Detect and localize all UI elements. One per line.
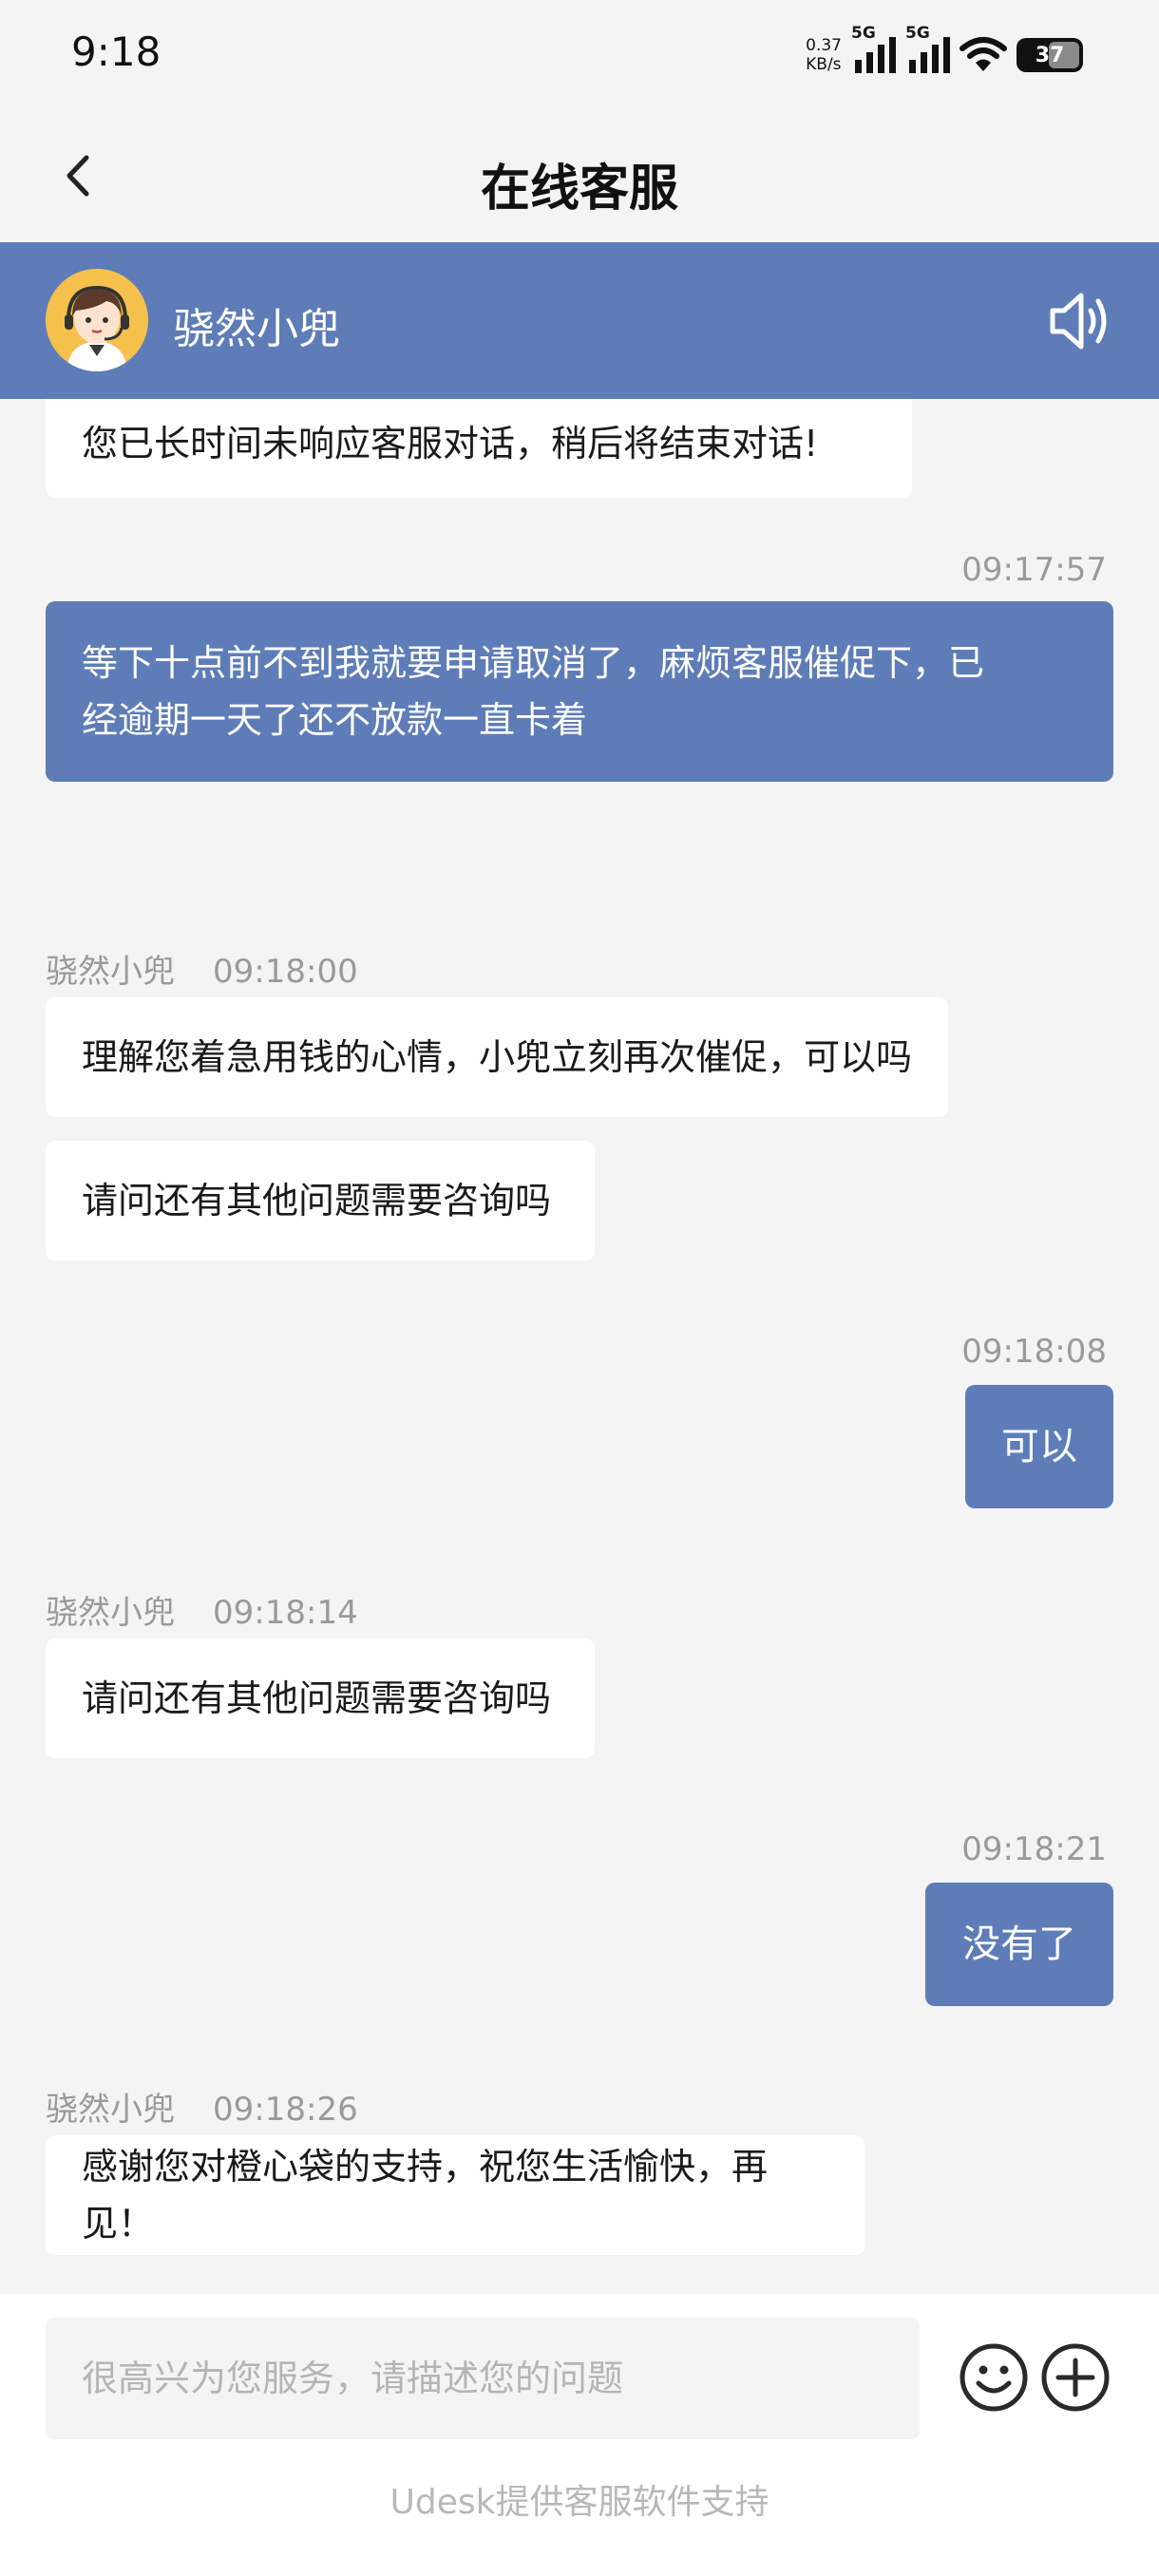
message-bubble-user: 没有了 xyxy=(925,1883,1113,2006)
message-bubble-user: 可以 xyxy=(965,1385,1113,1508)
more-options-button[interactable] xyxy=(1039,2341,1112,2414)
sender-name: 骁然小兜 xyxy=(46,2091,175,2129)
agent-header: 骁然小兜 xyxy=(0,242,1159,399)
message-sender-meta: 骁然小兜 09:18:14 xyxy=(46,1586,358,1633)
message-bubble-agent: 感谢您对橙心袋的支持，祝您生活愉快，再见！ xyxy=(46,2135,864,2255)
status-indicators: 0.37 KB/s 5G 5G 37 xyxy=(806,24,1083,80)
message-timestamp: 09:18:00 xyxy=(213,953,358,991)
cellular-signal-icon: 5G xyxy=(851,24,896,73)
message-timestamp: 09:18:08 xyxy=(961,1333,1107,1371)
message-timestamp: 09:17:57 xyxy=(961,551,1107,589)
message-timestamp: 09:18:21 xyxy=(961,1830,1107,1868)
message-bubble-user: 等下十点前不到我就要申请取消了，麻烦客服催促下，已 经逾期一天了还不放款一直卡着 xyxy=(46,601,1113,782)
emoji-button[interactable] xyxy=(958,2341,1030,2414)
message-timestamp: 09:18:26 xyxy=(213,2091,358,2129)
chat-message-list[interactable]: 您已长时间未响应客服对话，稍后将结束对话! 09:17:57 等下十点前不到我就… xyxy=(0,399,1159,2294)
sender-name: 骁然小兜 xyxy=(46,953,175,991)
message-bubble-agent: 理解您着急用钱的心情，小兜立刻再次催促，可以吗 xyxy=(46,997,948,1117)
input-bar: Udesk提供客服软件支持 xyxy=(0,2294,1159,2576)
message-bubble-agent: 您已长时间未响应客服对话，稍后将结束对话! xyxy=(46,399,912,498)
powered-by-text: Udesk提供客服软件支持 xyxy=(390,2483,770,2522)
speaker-button[interactable] xyxy=(1047,288,1113,354)
title-bar: 在线客服 xyxy=(0,114,1159,242)
status-bar: 9:18 0.37 KB/s 5G 5G 37 xyxy=(0,0,1159,114)
page-title: 在线客服 xyxy=(480,161,678,218)
plus-circle-icon xyxy=(1041,2343,1110,2412)
message-input[interactable] xyxy=(46,2318,920,2439)
sender-name: 骁然小兜 xyxy=(46,1594,175,1632)
status-time: 9:18 xyxy=(71,28,162,75)
message-sender-meta: 骁然小兜 09:18:26 xyxy=(46,2083,358,2130)
network-speed: 0.37 KB/s xyxy=(806,36,842,74)
speaker-icon xyxy=(1050,293,1107,350)
message-bubble-agent: 请问还有其他问题需要咨询吗 xyxy=(46,1638,595,1758)
message-bubble-agent: 请问还有其他问题需要咨询吗 xyxy=(46,1141,595,1260)
agent-avatar xyxy=(46,269,148,371)
emoji-icon xyxy=(960,2343,1028,2412)
wifi-icon xyxy=(960,37,1007,71)
battery-icon: 37 xyxy=(1016,38,1083,72)
message-sender-meta: 骁然小兜 09:18:00 xyxy=(46,945,358,992)
cellular-signal-icon-2: 5G xyxy=(905,24,950,73)
agent-name: 骁然小兜 xyxy=(173,305,340,353)
message-timestamp: 09:18:14 xyxy=(213,1594,358,1632)
